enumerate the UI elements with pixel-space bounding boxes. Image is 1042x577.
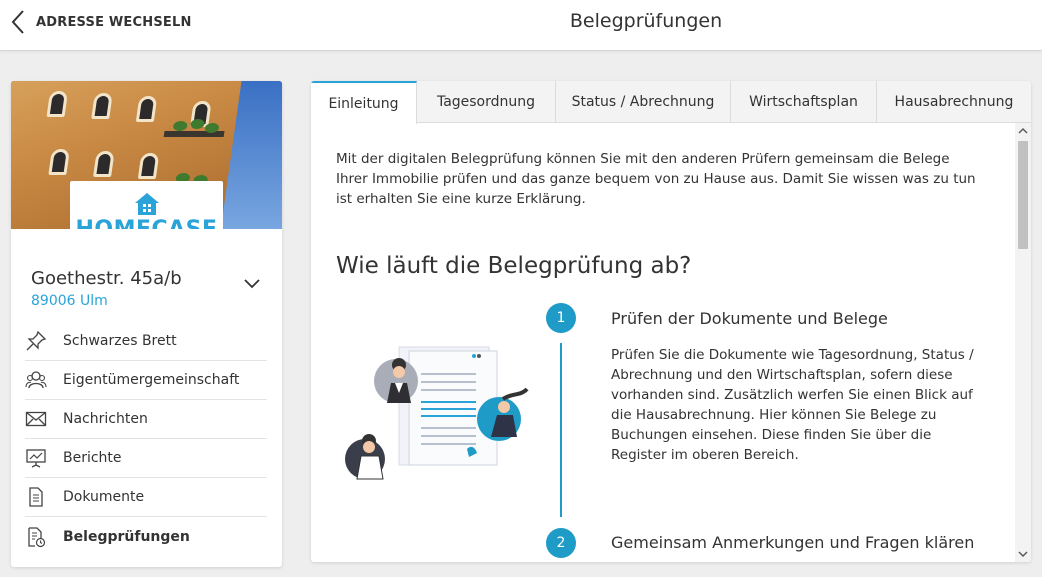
step-description: Prüfen Sie die Dokumente wie Tagesordnun…: [611, 347, 974, 463]
step-number: 1: [546, 303, 576, 333]
tab-bar: Einleitung Tagesordnung Status / Abrechn…: [311, 81, 1031, 124]
chevron-up-icon: [1018, 128, 1028, 134]
logo-text: HOMECASE: [70, 217, 223, 229]
sidebar-item-label: Eigentümergemeinschaft: [63, 372, 240, 388]
sidebar-item-nachrichten[interactable]: Nachrichten: [25, 400, 267, 439]
change-address-label: ADRESSE WECHSELN: [36, 14, 192, 30]
sidebar-item-schwarzes-brett[interactable]: Schwarzes Brett: [25, 322, 267, 361]
tab-einleitung[interactable]: Einleitung: [311, 81, 417, 124]
chevron-down-icon: [1018, 551, 1028, 557]
vertical-scrollbar[interactable]: [1015, 123, 1031, 562]
sidebar-item-eigentuemergemeinschaft[interactable]: Eigentümergemeinschaft: [25, 361, 267, 400]
property-address: Goethestr. 45a/b: [31, 268, 182, 289]
tab-wirtschaftsplan[interactable]: Wirtschaftsplan: [731, 81, 877, 123]
change-address-button[interactable]: ADRESSE WECHSELN: [10, 9, 192, 35]
sidebar-item-dokumente[interactable]: Dokumente: [25, 478, 267, 517]
property-sidebar: HOMECASE Goethestr. 45a/b 89006 Ulm Schw…: [11, 81, 282, 567]
house-logo-icon: [135, 193, 159, 215]
envelope-icon: [25, 411, 47, 427]
intro-text: Mit der digitalen Belegprüfung können Si…: [336, 151, 976, 207]
property-city: 89006 Ulm: [31, 293, 108, 309]
sidebar-item-label: Dokumente: [63, 489, 145, 505]
timeline-line: [560, 343, 562, 517]
chevron-down-icon[interactable]: [243, 277, 261, 291]
community-icon: [25, 371, 47, 389]
tab-tagesordnung[interactable]: Tagesordnung: [417, 81, 556, 123]
step-number: 2: [546, 528, 576, 558]
tab-content: Mit der digitalen Belegprüfung können Si…: [311, 123, 1017, 562]
sidebar-item-belegpruefungen[interactable]: Belegprüfungen: [25, 517, 267, 556]
scrollbar-thumb[interactable]: [1018, 141, 1028, 249]
scroll-down-button[interactable]: [1015, 546, 1031, 562]
presentation-icon: [26, 449, 46, 468]
tab-status-abrechnung[interactable]: Status / Abrechnung: [556, 81, 731, 123]
sidebar-item-label: Berichte: [63, 450, 122, 466]
pin-icon: [26, 330, 47, 351]
top-bar: ADRESSE WECHSELN Belegprüfungen: [0, 0, 1042, 51]
sidebar-item-label: Nachrichten: [63, 411, 148, 427]
sidebar-item-label: Schwarzes Brett: [63, 333, 177, 349]
property-photo: HOMECASE: [11, 81, 282, 229]
chevron-left-icon: [11, 10, 24, 34]
document-review-illustration: [345, 346, 529, 480]
sidebar-item-berichte[interactable]: Berichte: [25, 439, 267, 478]
page-title: Belegprüfungen: [569, 10, 723, 32]
section-heading: Wie läuft die Belegprüfung ab?: [336, 253, 692, 279]
audit-document-icon: [28, 526, 46, 547]
step-title: Gemeinsam Anmerkungen und Fragen klären: [611, 533, 975, 552]
step-title: Prüfen der Dokumente und Belege: [611, 309, 888, 328]
sidebar-menu: Schwarzes Brett Eigentümergemeinschaft N…: [25, 322, 267, 556]
scroll-up-button[interactable]: [1015, 123, 1031, 139]
tab-hausabrechnung[interactable]: Hausabrechnung: [877, 81, 1031, 123]
main-panel: Einleitung Tagesordnung Status / Abrechn…: [311, 81, 1031, 562]
document-icon: [29, 487, 43, 507]
sidebar-item-label: Belegprüfungen: [63, 528, 190, 545]
homecase-logo: HOMECASE: [70, 181, 223, 229]
